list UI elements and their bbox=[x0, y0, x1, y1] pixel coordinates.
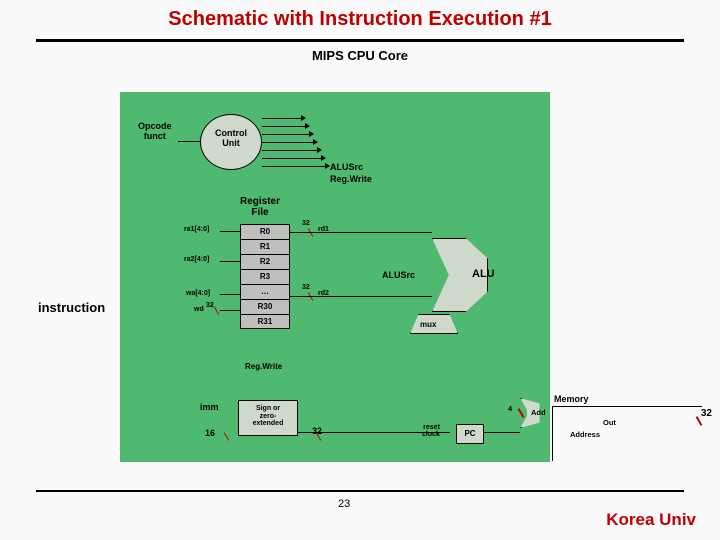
footer-label: Korea Univ bbox=[606, 510, 696, 530]
address-label: Address bbox=[570, 430, 600, 439]
cu-wire-1 bbox=[262, 118, 302, 119]
opcode-wire bbox=[178, 141, 200, 142]
regwrite-label: Reg.Write bbox=[245, 362, 282, 371]
wa-wire bbox=[220, 294, 240, 295]
reg-r3: R3 bbox=[240, 269, 290, 284]
reg-ellipsis: … bbox=[240, 284, 290, 299]
cu-wire-3 bbox=[262, 134, 310, 135]
pc-in-wire bbox=[298, 432, 450, 433]
cpu-core-box: Opcodefunct ControlUnit ALUSrc Reg.Write… bbox=[120, 92, 550, 462]
cu-wire-4 bbox=[262, 142, 314, 143]
imm-16: 16 bbox=[205, 428, 215, 438]
four-label: 4 bbox=[508, 404, 512, 413]
subtitle: MIPS CPU Core bbox=[0, 48, 720, 63]
mux-label: mux bbox=[420, 320, 436, 329]
register-array: R0 R1 R2 R3 … R30 R31 bbox=[240, 224, 290, 329]
wd-wire bbox=[220, 310, 240, 311]
pc-out-wire bbox=[484, 432, 520, 433]
pc-box: PC bbox=[456, 424, 484, 444]
reg-r0: R0 bbox=[240, 224, 290, 239]
port-ra1: ra1[4:0] bbox=[184, 226, 209, 233]
hr-top bbox=[36, 39, 684, 42]
alu-label: ALU bbox=[472, 268, 495, 280]
bus32-wd: 32 bbox=[206, 302, 214, 309]
signal-alusrc: ALUSrc bbox=[330, 162, 363, 172]
signal-regwrite: Reg.Write bbox=[330, 174, 372, 184]
slash-wd bbox=[214, 306, 219, 314]
hr-bottom bbox=[36, 490, 684, 492]
instruction-label: instruction bbox=[38, 300, 105, 315]
slide-title: Schematic with Instruction Execution #1 bbox=[0, 0, 720, 31]
port-ra2: ra2[4:0] bbox=[184, 256, 209, 263]
add-label: Add bbox=[531, 408, 546, 417]
reg-r31: R31 bbox=[240, 314, 290, 329]
cu-wire-5 bbox=[262, 150, 318, 151]
reg-r1: R1 bbox=[240, 239, 290, 254]
ra1-wire bbox=[220, 231, 240, 232]
bus32-rd2: 32 bbox=[302, 284, 310, 291]
imm-label: imm bbox=[200, 402, 219, 412]
port-wd: wd bbox=[194, 306, 204, 313]
slash-imm16 bbox=[224, 432, 229, 440]
mem-bus-32: 32 bbox=[701, 408, 712, 419]
ra2-wire bbox=[220, 261, 240, 262]
rd1-wire bbox=[290, 232, 432, 233]
memory-label: Memory bbox=[554, 394, 589, 404]
reg-r2: R2 bbox=[240, 254, 290, 269]
page-number: 23 bbox=[338, 498, 350, 510]
opcode-label: Opcodefunct bbox=[138, 122, 172, 142]
alusrc-text: ALUSrc bbox=[382, 270, 415, 280]
out-label: Out bbox=[603, 418, 616, 427]
reg-r30: R30 bbox=[240, 299, 290, 314]
rd2-wire bbox=[290, 296, 432, 297]
cu-wire-6 bbox=[262, 158, 322, 159]
bus32-rd1: 32 bbox=[302, 220, 310, 227]
cu-wire-7 bbox=[262, 166, 326, 167]
cu-wire-2 bbox=[262, 126, 306, 127]
port-wa: wa[4:0] bbox=[186, 290, 210, 297]
control-unit: ControlUnit bbox=[200, 114, 262, 170]
register-file-label: RegisterFile bbox=[230, 196, 290, 218]
extend-box: Sign orzero-extended bbox=[238, 400, 298, 436]
